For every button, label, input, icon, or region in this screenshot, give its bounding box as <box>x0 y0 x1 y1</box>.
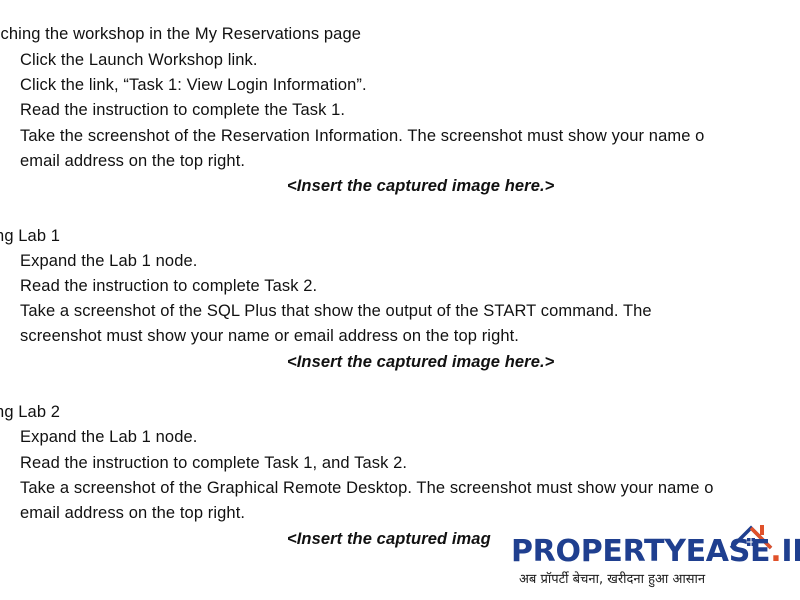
brand-dot: . <box>770 534 782 569</box>
list-item-screenshot-reservation: Take the screenshot of the Reservation I… <box>20 127 705 145</box>
image-placeholder: <Insert the captured imag <box>287 530 491 548</box>
section-heading-lab2: oing Lab 2 <box>0 403 61 421</box>
list-marker: . <box>0 427 1 447</box>
list-item-read-instruction-task1-task2: Read the instruction to complete Task 1,… <box>20 454 408 472</box>
list-item-screenshot-remote-desktop: Take a screenshot of the Graphical Remot… <box>20 479 714 497</box>
list-item-read-instruction-task2: Read the instruction to complete Task 2. <box>20 277 318 295</box>
image-placeholder: <Insert the captured image here.> <box>287 353 555 371</box>
brand-main: PROPERTYEASE <box>511 534 771 569</box>
list-item-continuation: email address on the top right. <box>20 152 246 170</box>
list-marker: . <box>0 251 1 271</box>
list-item-read-instruction-task1: Read the instruction to complete the Tas… <box>20 101 346 119</box>
list-marker: . <box>0 75 1 95</box>
list-item-expand-lab1: Expand the Lab 1 node. <box>20 428 198 446</box>
image-placeholder: <Insert the captured image here.> <box>287 177 555 195</box>
brand-tld: IN <box>781 534 800 569</box>
section-heading-lab1: oing Lab 1 <box>0 227 61 245</box>
list-item-continuation: screenshot must show your name or email … <box>20 327 519 345</box>
list-item-screenshot-sqlplus: Take a screenshot of the SQL Plus that s… <box>20 302 652 320</box>
section-heading-launching-workshop: unching the workshop in the My Reservati… <box>0 25 362 43</box>
brand-tagline: अब प्रॉपर्टी बेचना, खरीदना हुआ आसान <box>519 572 706 587</box>
list-marker: . <box>0 126 1 146</box>
propertyease-watermark-logo: PROPERTYEASE.IN अब प्रॉपर्टी बेचना, खरीद… <box>505 520 800 600</box>
list-item-continuation: email address on the top right. <box>20 504 246 522</box>
document-page: unching the workshop in the My Reservati… <box>0 0 800 600</box>
list-marker: . <box>0 453 1 473</box>
list-marker: . <box>0 50 1 70</box>
brand-name: PROPERTYEASE.IN <box>511 534 800 570</box>
list-item-click-task1-link: Click the link, “Task 1: View Login Info… <box>20 76 367 94</box>
list-marker: . <box>0 276 1 296</box>
list-item-click-launch-workshop: Click the Launch Workshop link. <box>20 51 258 69</box>
list-item-expand-lab1: Expand the Lab 1 node. <box>20 252 198 270</box>
